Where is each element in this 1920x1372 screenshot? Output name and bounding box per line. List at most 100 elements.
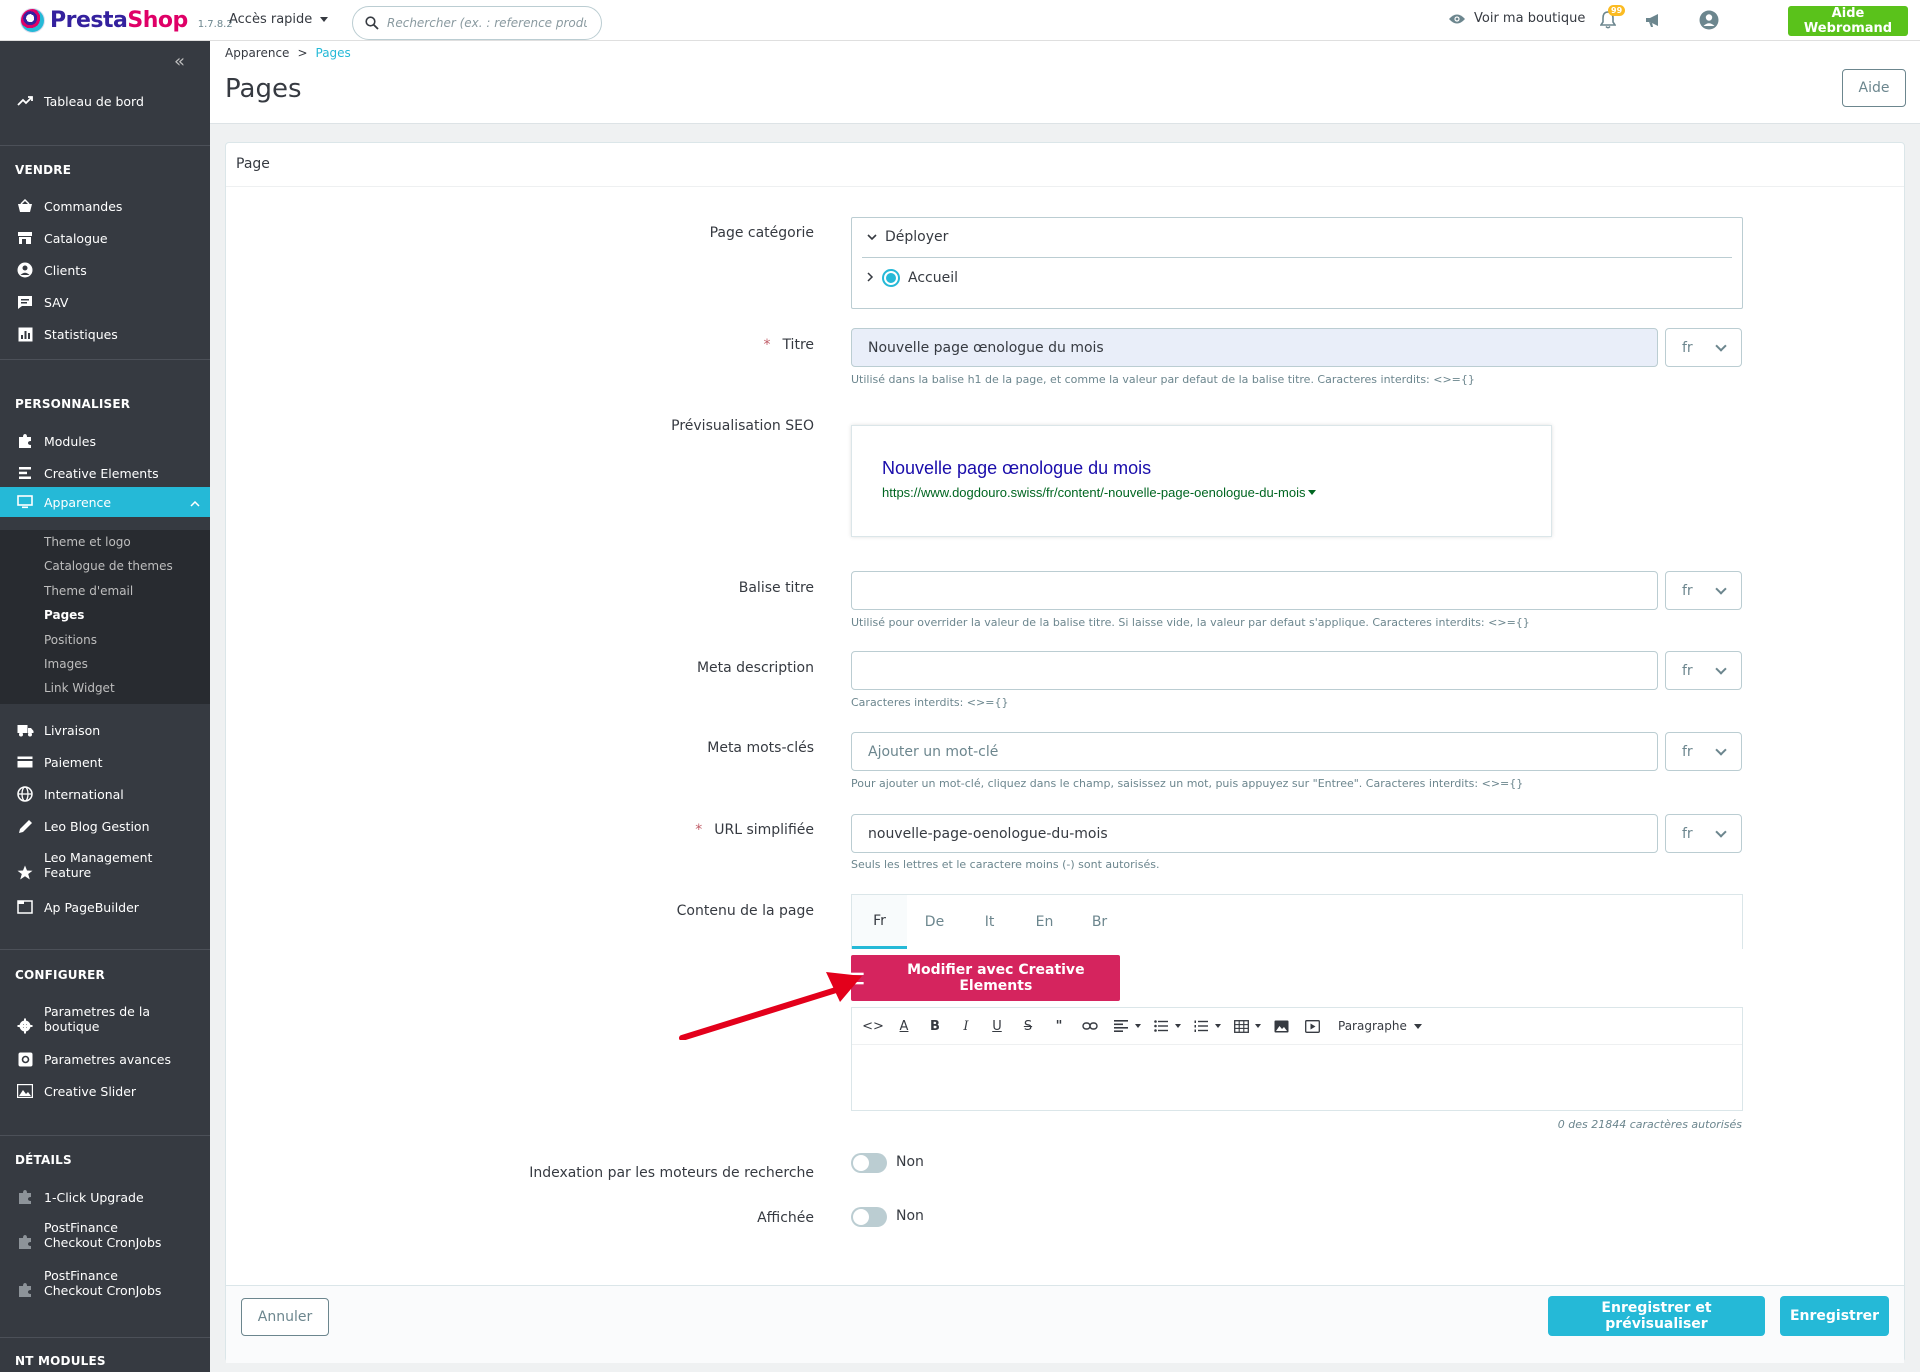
prestashop-logo[interactable]: PrestaShop 1.7.8.2 xyxy=(20,8,233,33)
sidebar-sub-link-widget[interactable]: Link Widget xyxy=(44,681,115,695)
balise-titre-input[interactable] xyxy=(851,571,1658,610)
lang-label: fr xyxy=(1682,582,1693,599)
sidebar-sub-images[interactable]: Images xyxy=(44,657,88,671)
sidebar-item-sav[interactable]: SAV xyxy=(0,292,210,312)
meta-description-input[interactable] xyxy=(851,651,1658,690)
caret-down-icon[interactable] xyxy=(1135,1024,1141,1028)
search-input[interactable] xyxy=(387,16,587,30)
announcements-button[interactable] xyxy=(1642,10,1662,30)
tab-it[interactable]: It xyxy=(962,895,1017,949)
titre-lang-select[interactable]: fr xyxy=(1665,328,1742,367)
sidebar-item-payment[interactable]: Paiement xyxy=(0,752,210,772)
quote-icon[interactable]: " xyxy=(1048,1015,1070,1037)
chevron-down-icon xyxy=(1715,582,1727,595)
tree-node-accueil[interactable]: Accueil xyxy=(867,269,958,287)
sidebar-item-label: Parametres avances xyxy=(44,1051,171,1067)
sidebar-item-postfinance-1[interactable]: PostFinance Checkout CronJobs xyxy=(0,1219,210,1251)
account-button[interactable] xyxy=(1699,10,1719,30)
sidebar-item-label: PostFinance Checkout CronJobs xyxy=(44,1268,162,1298)
italic-icon[interactable]: I xyxy=(955,1015,977,1037)
sidebar-sub-email-theme[interactable]: Theme d'email xyxy=(44,584,133,598)
sidebar-item-modules[interactable]: Modules xyxy=(0,431,210,451)
bold-icon[interactable]: B xyxy=(924,1015,946,1037)
table-icon[interactable] xyxy=(1230,1015,1252,1037)
seo-preview-title: Nouvelle page œnologue du mois xyxy=(882,458,1152,478)
help-button[interactable]: Aide Webromand xyxy=(1788,6,1908,36)
titre-input[interactable]: Nouvelle page œnologue du mois xyxy=(851,328,1658,367)
sidebar-item-international[interactable]: International xyxy=(0,784,210,804)
affichee-toggle[interactable] xyxy=(851,1207,887,1227)
breadcrumb-parent[interactable]: Apparence xyxy=(225,46,289,60)
balise-lang-select[interactable]: fr xyxy=(1665,571,1742,610)
underline-icon[interactable]: U xyxy=(986,1015,1008,1037)
tab-br[interactable]: Br xyxy=(1072,895,1127,949)
tab-en[interactable]: En xyxy=(1017,895,1072,949)
tree-expand-toggle[interactable]: Déployer xyxy=(867,229,948,245)
lang-label: fr xyxy=(1682,339,1693,356)
sidebar-item-leo-blog[interactable]: Leo Blog Gestion xyxy=(0,816,210,836)
keywords-lang-select[interactable]: fr xyxy=(1665,732,1742,771)
collapse-sidebar-icon[interactable]: « xyxy=(174,51,185,72)
meta-keywords-input[interactable] xyxy=(851,732,1658,771)
indexation-toggle[interactable] xyxy=(851,1153,887,1173)
notifications-button[interactable]: 99 xyxy=(1598,5,1626,30)
save-and-preview-button[interactable]: Enregistrer et prévisualiser xyxy=(1548,1296,1765,1336)
sidebar-item-creative-elements[interactable]: Creative Elements xyxy=(0,463,210,483)
cancel-button[interactable]: Annuler xyxy=(241,1298,329,1336)
sidebar-item-label: Statistiques xyxy=(44,326,118,342)
sidebar-item-shipping[interactable]: Livraison xyxy=(0,720,210,740)
paragraph-format-dropdown[interactable]: Paragraphe xyxy=(1338,1019,1422,1033)
sidebar-item-creative-slider[interactable]: Creative Slider xyxy=(0,1081,210,1101)
page-title: Pages xyxy=(225,74,302,104)
sidebar-item-leo-management[interactable]: Leo Management Feature xyxy=(0,849,210,881)
url-hint: Seuls les lettres et le caractere moins … xyxy=(851,858,1160,871)
url-lang-select[interactable]: fr xyxy=(1665,814,1742,853)
numbered-list-icon[interactable] xyxy=(1190,1015,1212,1037)
image-icon[interactable] xyxy=(1270,1015,1292,1037)
sidebar-item-shop-params[interactable]: Parametres de la boutique xyxy=(0,1003,210,1035)
sidebar-item-dashboard[interactable]: Tableau de bord xyxy=(0,91,210,111)
sidebar-item-label: Livraison xyxy=(44,722,101,738)
video-icon[interactable] xyxy=(1301,1015,1323,1037)
sidebar-item-postfinance-2[interactable]: PostFinance Checkout CronJobs xyxy=(0,1267,210,1299)
bullet-list-icon[interactable] xyxy=(1150,1015,1172,1037)
code-icon[interactable]: <> xyxy=(862,1015,884,1037)
url-input[interactable]: nouvelle-page-oenologue-du-mois xyxy=(851,814,1658,853)
sidebar-item-catalog[interactable]: Catalogue xyxy=(0,228,210,248)
caret-down-icon[interactable] xyxy=(1255,1024,1261,1028)
rich-text-editor[interactable]: <> A B I U S " Paragraphe xyxy=(851,1007,1743,1111)
save-button[interactable]: Enregistrer xyxy=(1780,1296,1889,1336)
sidebar-item-apparence[interactable]: Apparence xyxy=(0,487,210,517)
sidebar-item-label: Apparence xyxy=(44,494,112,510)
chevron-down-icon xyxy=(1715,825,1727,838)
tab-fr[interactable]: Fr xyxy=(852,895,907,949)
link-icon[interactable] xyxy=(1079,1015,1101,1037)
view-shop-link[interactable]: Voir ma boutique xyxy=(1448,11,1585,26)
quick-access-dropdown[interactable]: Accès rapide xyxy=(229,12,329,27)
sidebar-item-customers[interactable]: Clients xyxy=(0,260,210,280)
sidebar-item-1-click-upgrade[interactable]: 1-Click Upgrade xyxy=(0,1187,210,1207)
aide-button[interactable]: Aide xyxy=(1842,69,1906,107)
sidebar-sub-theme-catalog[interactable]: Catalogue de themes xyxy=(44,559,173,573)
accueil-radio[interactable] xyxy=(882,269,900,287)
chevron-right-icon[interactable] xyxy=(867,270,874,286)
breadcrumb-current[interactable]: Pages xyxy=(316,46,351,60)
sidebar-item-ap-pagebuilder[interactable]: Ap PageBuilder xyxy=(0,897,210,917)
align-icon[interactable] xyxy=(1110,1015,1132,1037)
meta-desc-lang-select[interactable]: fr xyxy=(1665,651,1742,690)
sidebar-item-label: SAV xyxy=(44,294,69,310)
edit-with-creative-elements-button[interactable]: Modifier avec Creative Elements xyxy=(851,955,1120,1001)
sidebar-item-stats[interactable]: Statistiques xyxy=(0,324,210,344)
caret-down-icon[interactable] xyxy=(1175,1024,1181,1028)
text-color-icon[interactable]: A xyxy=(893,1015,915,1037)
strikethrough-icon[interactable]: S xyxy=(1017,1015,1039,1037)
sidebar-item-advanced-params[interactable]: Parametres avances xyxy=(0,1049,210,1069)
sidebar-sub-theme-logo[interactable]: Theme et logo xyxy=(44,535,131,549)
search-box[interactable] xyxy=(352,6,602,40)
sidebar-sub-pages[interactable]: Pages xyxy=(44,608,84,622)
tab-de[interactable]: De xyxy=(907,895,962,949)
gear-icon xyxy=(16,1017,34,1035)
sidebar-sub-positions[interactable]: Positions xyxy=(44,633,97,647)
sidebar-item-orders[interactable]: Commandes xyxy=(0,196,210,216)
caret-down-icon[interactable] xyxy=(1215,1024,1221,1028)
